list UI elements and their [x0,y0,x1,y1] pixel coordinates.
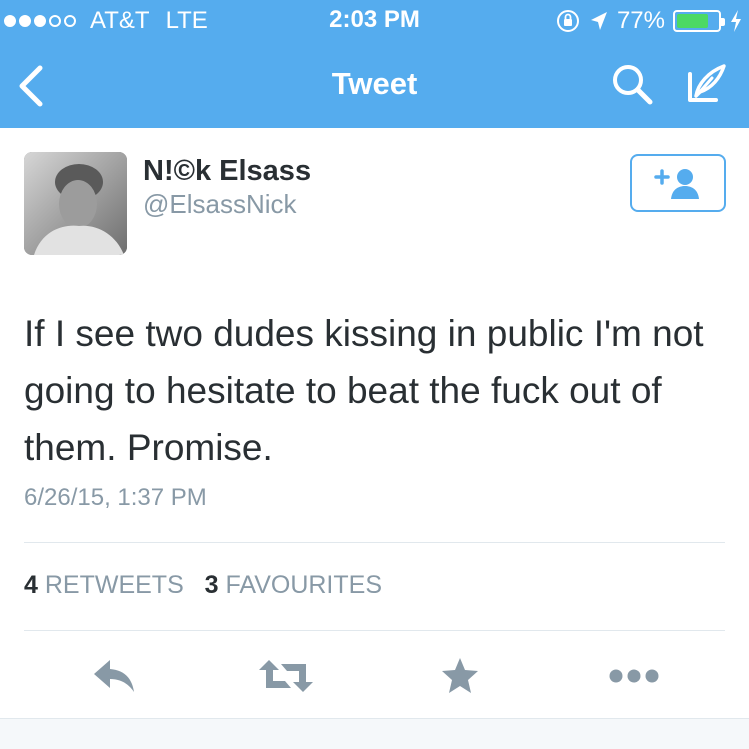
author-name[interactable]: N!©k Elsass [143,155,311,188]
reply-button[interactable] [84,648,144,704]
status-right: 77% [555,7,743,35]
favourites-count: 3 [204,571,219,599]
favourite-button[interactable] [430,648,490,704]
top-bar: AT&T LTE 2:03 PM 77% Tweet [0,0,749,128]
search-icon [613,65,653,105]
favourites-stat[interactable]: 3 FAVOURITES [205,571,382,599]
reply-icon [94,660,134,692]
add-user-icon [654,169,699,199]
retweet-button[interactable] [256,648,316,704]
charging-bolt-icon [731,10,741,32]
nav-bar: Tweet [0,40,749,128]
retweets-label: RETWEETS [44,571,184,599]
tweet-actions [0,648,749,704]
tweet-stats: 4 RETWEETS 3 FAVOURITES [24,571,382,600]
more-button[interactable] [604,648,664,704]
compose-icon [688,64,726,102]
retweets-count: 4 [24,571,38,599]
battery-fill [677,14,708,28]
star-icon [442,658,478,693]
avatar[interactable] [24,152,127,255]
tweet-text: If I see two dudes kissing in public I'm… [24,313,704,468]
follow-button[interactable] [630,154,726,212]
status-bar: AT&T LTE 2:03 PM 77% [0,0,749,40]
favourites-label: FAVOURITES [225,571,382,599]
battery-percent: 77% [616,7,665,34]
divider [24,542,725,543]
tweet-timestamp: 6/26/15, 1:37 PM [24,484,207,511]
battery-icon [673,10,725,32]
bottom-strip [0,718,749,749]
more-icon [609,669,659,683]
search-button[interactable] [608,60,656,108]
location-arrow-icon [590,12,607,30]
avatar-photo [24,152,127,255]
author-handle[interactable]: @ElsassNick [143,189,297,220]
rotation-lock-icon [556,10,579,32]
compose-button[interactable] [682,60,730,108]
retweets-stat[interactable]: 4 RETWEETS [24,571,191,599]
retweet-icon [259,660,313,692]
divider [24,630,725,631]
